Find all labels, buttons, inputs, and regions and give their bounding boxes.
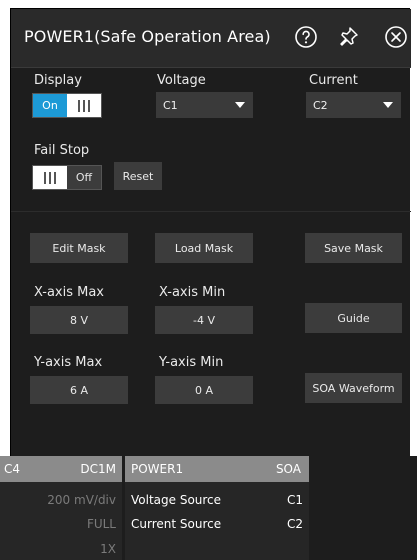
channel-coupling: DC1M: [80, 462, 116, 476]
y-axis-min-input[interactable]: 0 A: [155, 376, 253, 404]
y-axis-max-label: Y-axis Max: [34, 355, 103, 370]
voltage-source-value: C1: [286, 493, 303, 507]
guide-button[interactable]: Guide: [305, 303, 402, 333]
close-circle-icon[interactable]: [384, 25, 408, 49]
fail-stop-off-option[interactable]: Off: [67, 166, 101, 189]
chevron-down-icon: [235, 102, 245, 108]
y-axis-max-input[interactable]: 6 A: [30, 376, 128, 404]
voltage-label: Voltage: [157, 73, 206, 88]
help-circle-icon[interactable]: [294, 25, 318, 49]
power-header: POWER1 SOA: [125, 456, 309, 482]
current-select-value: C2: [313, 98, 328, 112]
chevron-down-icon: [383, 102, 393, 108]
current-label: Current: [309, 73, 358, 88]
channel-scale: 200 mV/div: [47, 493, 116, 507]
x-axis-min-input[interactable]: -4 V: [155, 306, 253, 334]
power-descriptor-box[interactable]: POWER1 SOA Voltage Source C1 Current Sou…: [125, 456, 309, 560]
channel-header: C4 DC1M: [0, 456, 122, 482]
current-source-row: Current Source C2: [131, 517, 303, 531]
channel-descriptor-box[interactable]: C4 DC1M 200 mV/div FULL 1X: [0, 456, 122, 560]
soa-dialog: POWER1(Safe Operation Area) Display On V…: [10, 8, 411, 456]
toggle-grip-icon: [44, 171, 56, 184]
display-toggle[interactable]: On: [32, 93, 102, 118]
fail-stop-on-option[interactable]: [33, 166, 67, 189]
fail-stop-label: Fail Stop: [34, 143, 90, 158]
channel-bandwidth: FULL: [86, 517, 116, 531]
channel-probe: 1X: [100, 542, 116, 556]
dialog-titlebar: POWER1(Safe Operation Area): [11, 9, 411, 68]
x-axis-min-label: X-axis Min: [159, 285, 226, 300]
soa-waveform-button[interactable]: SOA Waveform: [305, 373, 402, 403]
section-divider: [11, 211, 411, 212]
x-axis-max-label: X-axis Max: [34, 285, 105, 300]
voltage-source-row: Voltage Source C1: [131, 493, 303, 507]
save-mask-button[interactable]: Save Mask: [305, 233, 402, 263]
pin-icon[interactable]: [336, 25, 360, 49]
edit-mask-button[interactable]: Edit Mask: [30, 233, 128, 263]
fail-stop-toggle[interactable]: Off: [32, 165, 102, 190]
current-source-value: C2: [286, 517, 303, 531]
display-on-option[interactable]: On: [33, 94, 67, 117]
power-name: POWER1: [131, 462, 184, 476]
toggle-grip-icon: [78, 99, 90, 112]
y-axis-min-label: Y-axis Min: [159, 355, 224, 370]
voltage-select[interactable]: C1: [156, 92, 253, 118]
current-select[interactable]: C2: [306, 92, 401, 118]
voltage-select-value: C1: [163, 98, 178, 112]
x-axis-max-input[interactable]: 8 V: [30, 306, 128, 334]
display-off-option[interactable]: [67, 94, 101, 117]
power-type: SOA: [275, 462, 301, 476]
display-label: Display: [34, 73, 82, 88]
dialog-title: POWER1(Safe Operation Area): [24, 27, 271, 46]
voltage-source-label: Voltage Source: [131, 493, 222, 507]
load-mask-button[interactable]: Load Mask: [155, 233, 253, 263]
reset-button[interactable]: Reset: [114, 162, 162, 190]
channel-name: C4: [4, 462, 21, 476]
current-source-label: Current Source: [131, 517, 222, 531]
status-bar: C4 DC1M 200 mV/div FULL 1X POWER1 SOA Vo…: [0, 456, 417, 560]
